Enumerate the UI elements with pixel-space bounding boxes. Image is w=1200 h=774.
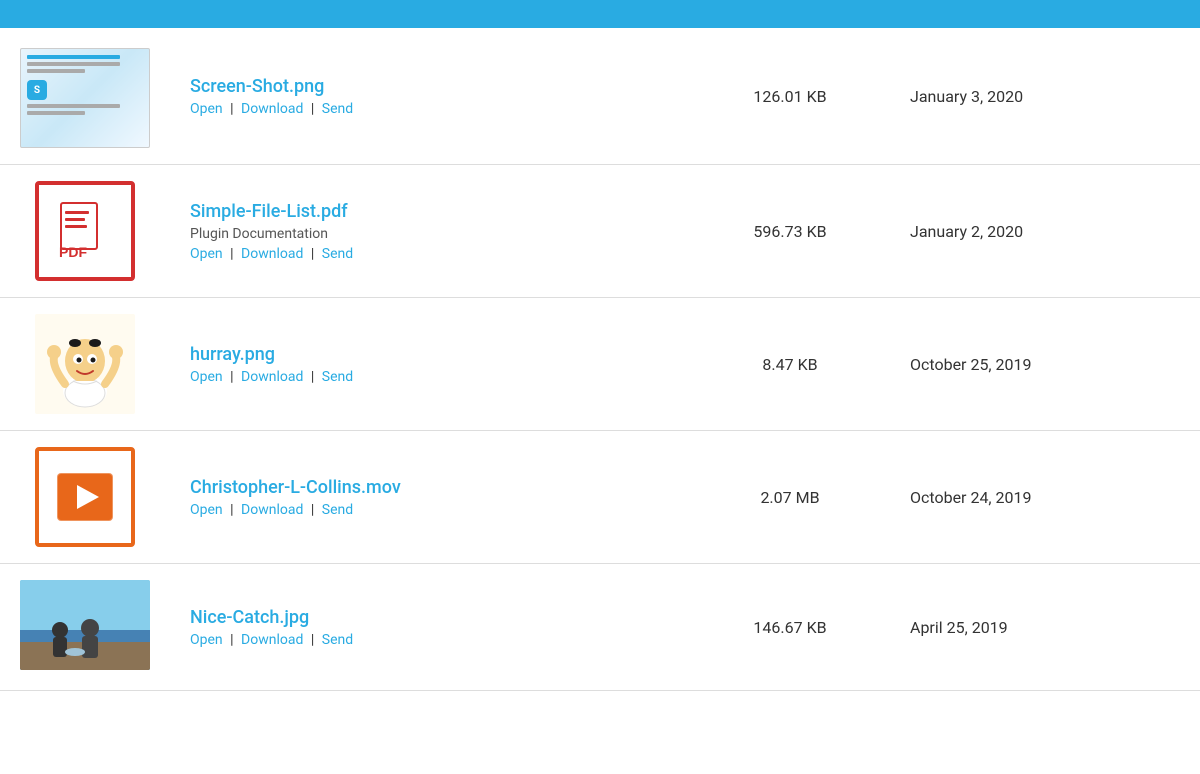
col-thumb <box>0 0 170 28</box>
cell-size-simple-file-list: 596.73 KB <box>690 165 890 298</box>
thumb-line <box>27 104 120 108</box>
thumb-homer <box>35 314 135 414</box>
table-row: PDF Simple-File-List.pdf Plugin Document… <box>0 165 1200 298</box>
video-svg <box>53 465 117 529</box>
file-list-table: S Screen-Shot.png Open | Download | Send… <box>0 0 1200 691</box>
open-link-screen-shot[interactable]: Open <box>190 101 223 117</box>
thumb-video <box>35 447 135 547</box>
send-link-simple-file-list[interactable]: Send <box>322 246 353 262</box>
thumb-screenshot: S <box>20 48 150 148</box>
thumb-icon-area: S <box>27 80 47 100</box>
cell-date-nice-catch: April 25, 2019 <box>890 564 1200 691</box>
file-name-link-simple-file-list[interactable]: Simple-File-List.pdf <box>190 201 670 222</box>
download-link-christopher[interactable]: Download <box>241 502 303 518</box>
file-desc-simple-file-list: Plugin Documentation <box>190 226 670 242</box>
cell-size-hurray: 8.47 KB <box>690 298 890 431</box>
download-link-hurray[interactable]: Download <box>241 369 303 385</box>
open-link-hurray[interactable]: Open <box>190 369 223 385</box>
cell-date-hurray: October 25, 2019 <box>890 298 1200 431</box>
file-actions-simple-file-list: Open | Download | Send <box>190 246 670 262</box>
col-name <box>170 0 690 28</box>
download-link-screen-shot[interactable]: Download <box>241 101 303 117</box>
thumb-photo <box>20 580 150 670</box>
file-actions-screen-shot: Open | Download | Send <box>190 101 670 117</box>
col-size <box>690 0 890 28</box>
file-name-link-screen-shot[interactable]: Screen-Shot.png <box>190 76 670 97</box>
cell-name-screen-shot: Screen-Shot.png Open | Download | Send <box>170 28 690 165</box>
col-date <box>890 0 1200 28</box>
cell-date-christopher: October 24, 2019 <box>890 431 1200 564</box>
photo-svg <box>20 580 150 670</box>
cell-thumb-hurray <box>0 298 170 431</box>
cell-thumb-nice-catch <box>0 564 170 691</box>
thumb-line <box>27 55 120 59</box>
cell-name-hurray: hurray.png Open | Download | Send <box>170 298 690 431</box>
send-link-screen-shot[interactable]: Send <box>322 101 353 117</box>
file-name-link-hurray[interactable]: hurray.png <box>190 344 670 365</box>
sep2-simple-file-list: | <box>311 246 314 262</box>
sep2-screen-shot: | <box>311 101 314 117</box>
table-row: hurray.png Open | Download | Send 8.47 K… <box>0 298 1200 431</box>
table-header <box>0 0 1200 28</box>
file-actions-nice-catch: Open | Download | Send <box>190 632 670 648</box>
table-row: Nice-Catch.jpg Open | Download | Send 14… <box>0 564 1200 691</box>
send-link-christopher[interactable]: Send <box>322 502 353 518</box>
send-link-nice-catch[interactable]: Send <box>322 632 353 648</box>
download-link-nice-catch[interactable]: Download <box>241 632 303 648</box>
homer-svg <box>40 319 130 409</box>
file-actions-hurray: Open | Download | Send <box>190 369 670 385</box>
sep2-christopher: | <box>311 502 314 518</box>
sep1-screen-shot: | <box>230 101 233 117</box>
send-link-hurray[interactable]: Send <box>322 369 353 385</box>
cell-thumb-simple-file-list: PDF <box>0 165 170 298</box>
cell-date-simple-file-list: January 2, 2020 <box>890 165 1200 298</box>
download-link-simple-file-list[interactable]: Download <box>241 246 303 262</box>
thumb-line <box>27 69 85 73</box>
file-name-link-christopher[interactable]: Christopher-L-Collins.mov <box>190 477 670 498</box>
open-link-simple-file-list[interactable]: Open <box>190 246 223 262</box>
thumb-line <box>27 111 85 115</box>
open-link-nice-catch[interactable]: Open <box>190 632 223 648</box>
app-icon: S <box>27 80 47 100</box>
sep1-christopher: | <box>230 502 233 518</box>
open-link-christopher[interactable]: Open <box>190 502 223 518</box>
sep1-hurray: | <box>230 369 233 385</box>
sep2-nice-catch: | <box>311 632 314 648</box>
cell-name-christopher: Christopher-L-Collins.mov Open | Downloa… <box>170 431 690 564</box>
cell-thumb-christopher <box>0 431 170 564</box>
table-row: Christopher-L-Collins.mov Open | Downloa… <box>0 431 1200 564</box>
pdf-svg: PDF <box>53 199 117 263</box>
svg-text:PDF: PDF <box>59 244 87 260</box>
table-row: S Screen-Shot.png Open | Download | Send… <box>0 28 1200 165</box>
cell-size-nice-catch: 146.67 KB <box>690 564 890 691</box>
file-name-link-nice-catch[interactable]: Nice-Catch.jpg <box>190 607 670 628</box>
cell-name-nice-catch: Nice-Catch.jpg Open | Download | Send <box>170 564 690 691</box>
cell-date-screen-shot: January 3, 2020 <box>890 28 1200 165</box>
sep1-simple-file-list: | <box>230 246 233 262</box>
cell-thumb-screen-shot: S <box>0 28 170 165</box>
cell-size-christopher: 2.07 MB <box>690 431 890 564</box>
cell-name-simple-file-list: Simple-File-List.pdf Plugin Documentatio… <box>170 165 690 298</box>
file-actions-christopher: Open | Download | Send <box>190 502 670 518</box>
thumb-line <box>27 62 120 66</box>
thumb-pdf: PDF <box>35 181 135 281</box>
sep2-hurray: | <box>311 369 314 385</box>
cell-size-screen-shot: 126.01 KB <box>690 28 890 165</box>
sep1-nice-catch: | <box>230 632 233 648</box>
